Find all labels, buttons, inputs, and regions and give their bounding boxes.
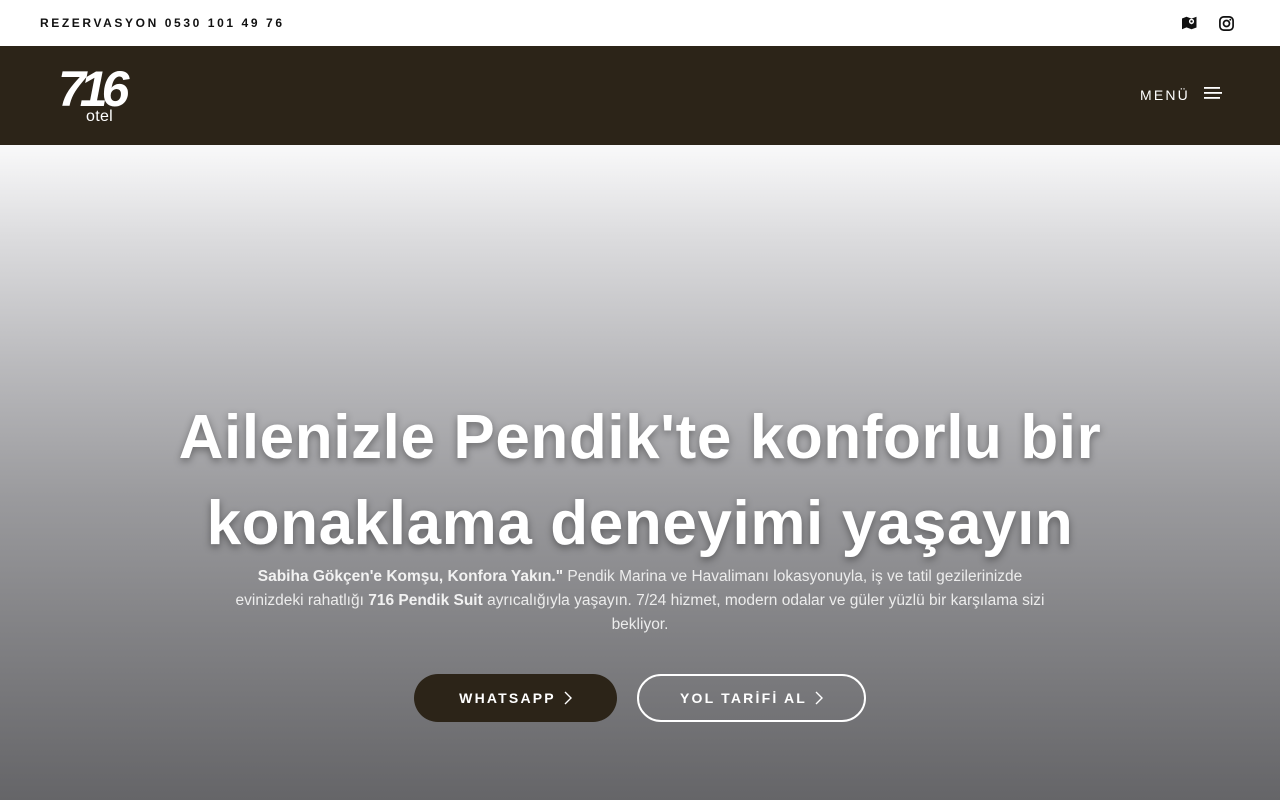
chevron-right-icon [564, 691, 572, 705]
top-bar: REZERVASYON 0530 101 49 76 [0, 0, 1280, 46]
hero-desc-text-2: ayrıcalığıyla yaşayın. 7/24 hizmet, mode… [482, 592, 1045, 633]
instagram-icon[interactable] [1219, 15, 1234, 31]
hero-section: Ailenizle Pendik'te konforlu bir konakla… [0, 145, 1280, 800]
logo-mark: 716 [58, 64, 137, 114]
menu-label: MENÜ [1139, 87, 1190, 103]
menu-button[interactable]: MENÜ [1140, 86, 1222, 104]
hotel-logo[interactable]: 716 otel [58, 64, 150, 126]
hero-title: Ailenizle Pendik'te konforlu bir konakla… [40, 395, 1240, 567]
directions-button[interactable]: YOL TARİFİ AL [637, 674, 866, 722]
map-icon[interactable] [1182, 16, 1197, 30]
hamburger-icon [1204, 86, 1222, 104]
whatsapp-button-label: WHATSAPP [459, 690, 556, 706]
main-navbar: 716 otel MENÜ [0, 46, 1280, 145]
hero-desc-highlight-1: Sabiha Gökçen'e Komşu, Konfora Yakın." [257, 568, 564, 585]
directions-button-label: YOL TARİFİ AL [679, 690, 808, 706]
hero-title-line-1: Ailenizle Pendik'te konforlu bir [178, 403, 1102, 472]
whatsapp-button[interactable]: WHATSAPP [414, 674, 617, 722]
hero-desc-highlight-2: 716 Pendik Suit [368, 592, 483, 609]
hero-description: Sabiha Gökçen'e Komşu, Konfora Yakın." P… [230, 565, 1050, 637]
chevron-right-icon [815, 691, 824, 705]
social-icons [1182, 15, 1234, 31]
logo-subtitle: otel [86, 108, 113, 125]
svg-text:716: 716 [58, 64, 131, 114]
reservation-phone[interactable]: REZERVASYON 0530 101 49 76 [40, 16, 285, 30]
hero-title-line-2: konaklama deneyimi yaşayın [206, 489, 1074, 558]
